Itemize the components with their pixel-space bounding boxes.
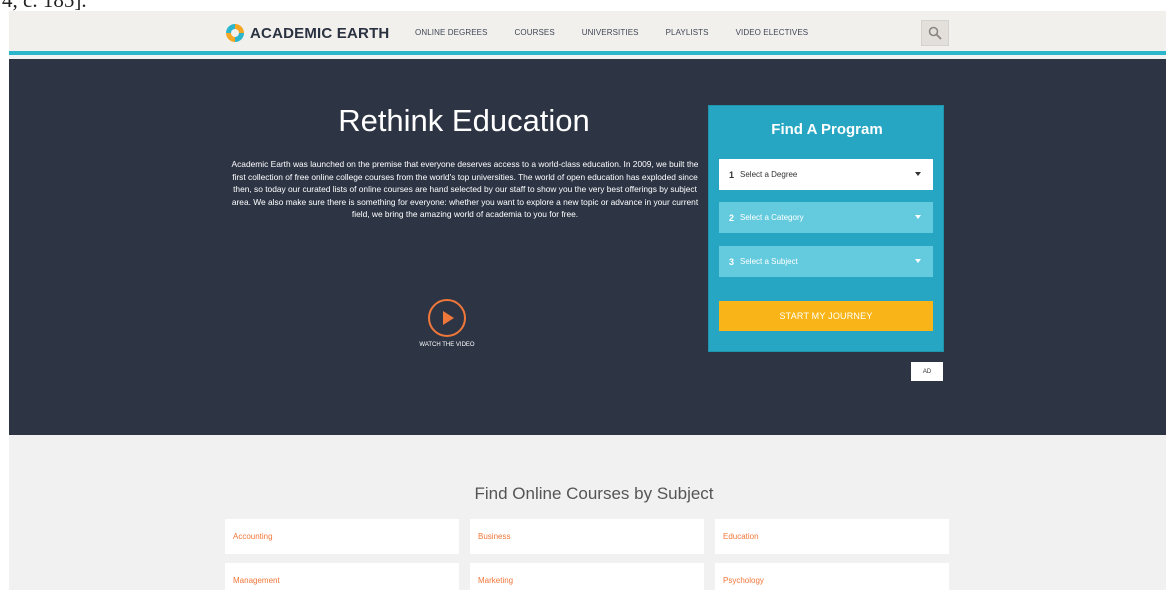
nav-universities[interactable]: UNIVERSITIES (582, 28, 639, 37)
subject-management[interactable]: Management (225, 563, 459, 590)
degree-select[interactable]: 1 Select a Degree (719, 159, 933, 190)
search-icon (928, 26, 942, 40)
subjects-heading: Find Online Courses by Subject (474, 484, 714, 503)
nav-playlists[interactable]: PLAYLISTS (666, 28, 709, 37)
caption-fragment: 4, c. 185]. (0, 0, 1166, 11)
nav-courses[interactable]: COURSES (515, 28, 555, 37)
brand-name: ACADEMIC EARTH (250, 24, 390, 42)
category-select-placeholder: Select a Category (740, 213, 804, 222)
play-icon (443, 311, 454, 325)
ad-badge[interactable]: AD (911, 362, 943, 381)
dropdown-arrow-icon (915, 215, 921, 219)
subject-accounting[interactable]: Accounting (225, 519, 459, 554)
nav-video-electives[interactable]: VIDEO ELECTIVES (736, 28, 809, 37)
subject-marketing[interactable]: Marketing (470, 563, 704, 590)
top-navigation: ACADEMIC EARTH ONLINE DEGREES COURSES UN… (9, 11, 1166, 55)
subject-select-placeholder: Select a Subject (740, 257, 798, 266)
step-number: 2 (729, 212, 735, 223)
dropdown-arrow-icon (915, 259, 921, 263)
hero-title: Rethink Education (338, 103, 590, 138)
dropdown-arrow-icon (915, 172, 921, 176)
subject-business[interactable]: Business (470, 519, 704, 554)
subject-select[interactable]: 3 Select a Subject (719, 246, 933, 277)
degree-select-placeholder: Select a Degree (740, 170, 798, 179)
start-journey-button[interactable]: START MY JOURNEY (719, 301, 933, 331)
find-program-panel: Find A Program 1 Select a Degree 2 Selec… (708, 105, 944, 352)
step-number: 3 (729, 256, 735, 267)
site-logo[interactable]: ACADEMIC EARTH (226, 23, 389, 43)
play-video-button[interactable] (428, 299, 466, 337)
subject-education[interactable]: Education (715, 519, 949, 554)
find-program-title: Find A Program (771, 121, 883, 138)
category-select[interactable]: 2 Select a Category (719, 202, 933, 233)
main-nav: ONLINE DEGREES COURSES UNIVERSITIES PLAY… (415, 28, 835, 37)
nav-online-degrees[interactable]: ONLINE DEGREES (415, 28, 488, 37)
subject-psychology[interactable]: Psychology (715, 563, 949, 590)
step-number: 1 (729, 169, 735, 180)
search-button[interactable] (921, 20, 949, 46)
watch-video-label[interactable]: WATCH THE VIDEO (407, 342, 487, 348)
hero-section: Rethink Education Academic Earth was lau… (9, 59, 1166, 435)
browser-page: ACADEMIC EARTH ONLINE DEGREES COURSES UN… (9, 11, 1166, 590)
hero-description: Academic Earth was launched on the premi… (231, 159, 699, 220)
globe-logo-icon (226, 24, 244, 42)
